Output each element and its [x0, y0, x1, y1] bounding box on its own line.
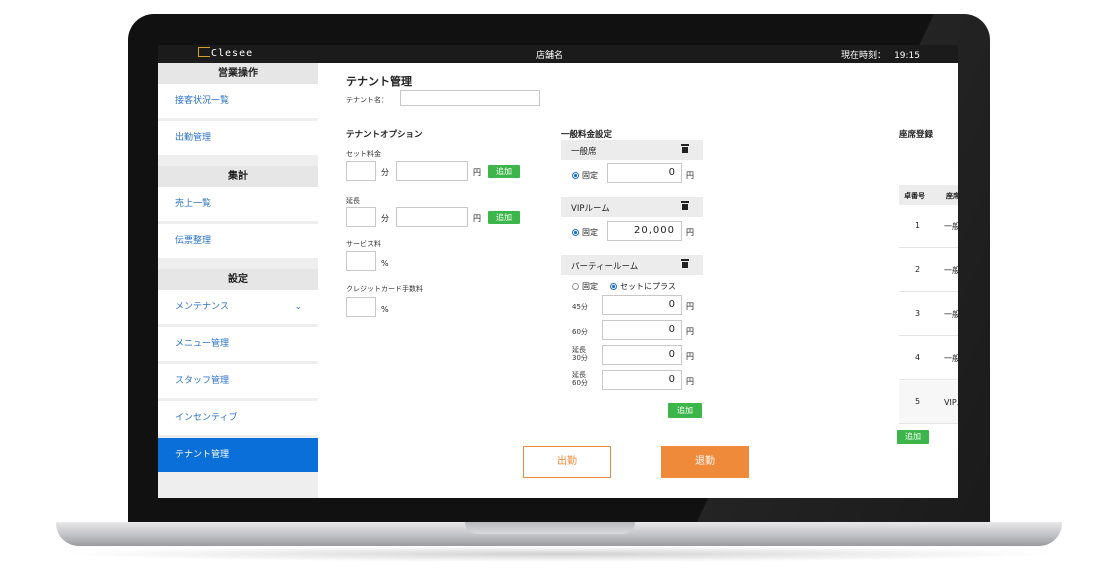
- logo-icon: [198, 47, 210, 57]
- set-fee-label: セット料金: [346, 150, 381, 158]
- col-seat-fee: 座席料: [946, 192, 958, 200]
- unit-yen: 円: [473, 168, 481, 177]
- sidebar-section-settings: 設定: [158, 269, 318, 290]
- chevron-down-icon: ⌄: [294, 302, 302, 312]
- fee-card-general: 一般席: [561, 140, 703, 160]
- fee-card-name: 一般席: [571, 147, 597, 157]
- col-seat-no: 卓番号: [904, 192, 925, 200]
- unit-pct: %: [381, 259, 389, 268]
- sidebar: 営業操作 接客状況一覧 出勤管理 集計 売上一覧 伝票整理 設定 メンテナンス ⌄…: [158, 63, 318, 498]
- table-row: 5 VIPルーム ⌄ 編集 削除: [899, 381, 958, 424]
- app-screen: Clesee 店舗名 現在時刻： 19:15 営業操作 接客状況一覧 出勤管理 集…: [158, 45, 958, 498]
- radio-fixed[interactable]: 固定: [572, 227, 598, 238]
- radio-dot-icon: [572, 229, 579, 236]
- set-fee-minutes-input[interactable]: [346, 161, 376, 181]
- add-fee-button[interactable]: 追加: [668, 403, 702, 418]
- radio-dot-icon: [610, 283, 617, 290]
- trash-icon[interactable]: [681, 201, 689, 210]
- unit-yen: 円: [686, 327, 694, 336]
- party-45-input[interactable]: 0: [602, 295, 682, 315]
- sidebar-item-slips[interactable]: 伝票整理: [158, 224, 318, 258]
- fee-card-name: パーティールーム: [571, 262, 639, 272]
- unit-min: 分: [381, 214, 389, 223]
- party-row-label: 60分: [572, 328, 588, 336]
- clock-label: 現在時刻：: [841, 51, 887, 61]
- radio-fixed[interactable]: 固定: [572, 281, 598, 292]
- radio-dot-icon: [572, 283, 579, 290]
- service-fee-input[interactable]: [346, 251, 376, 271]
- table-row: 2 一般席 編集 削除: [899, 249, 958, 292]
- extension-label: 延長: [346, 197, 360, 205]
- store-name: 店舗名: [536, 51, 564, 61]
- add-seat-button[interactable]: 追加: [897, 430, 929, 444]
- fee-card-party: パーティールーム: [561, 255, 703, 275]
- radio-set-plus[interactable]: セットにプラス: [610, 281, 676, 292]
- sidebar-item-menu[interactable]: メニュー管理: [158, 327, 318, 361]
- sidebar-item-staff[interactable]: スタッフ管理: [158, 364, 318, 398]
- vip-fee-input[interactable]: 20,000: [607, 221, 682, 241]
- general-fee-input[interactable]: 0: [607, 163, 682, 183]
- unit-yen: 円: [473, 214, 481, 223]
- tenant-name-label: テナント名：: [346, 96, 388, 104]
- unit-pct: %: [381, 305, 389, 314]
- service-fee-label: サービス料: [346, 240, 381, 248]
- seats-table-header: 卓番号 座席料: [899, 185, 958, 205]
- sidebar-item-maintenance[interactable]: メンテナンス ⌄: [158, 290, 318, 324]
- party-row-label: 延長 60分: [572, 371, 588, 387]
- clock-out-button[interactable]: 退勤: [661, 446, 749, 478]
- fee-card-vip: VIPルーム: [561, 197, 703, 217]
- sidebar-item-sales-list[interactable]: 売上一覧: [158, 187, 318, 221]
- card-fee-input[interactable]: [346, 297, 376, 317]
- page-title: テナント管理: [346, 75, 412, 88]
- party-row-label: 延長 30分: [572, 346, 588, 362]
- sidebar-item-customer-status[interactable]: 接客状況一覧: [158, 84, 318, 118]
- extension-minutes-input[interactable]: [346, 207, 376, 227]
- radio-fixed[interactable]: 固定: [572, 170, 598, 181]
- add-extension-button[interactable]: 追加: [488, 211, 520, 224]
- table-row: 3 一般席 編集 削除: [899, 293, 958, 336]
- seats-title: 座席登録: [899, 130, 934, 140]
- seat-fee-select[interactable]: VIPルーム: [944, 397, 958, 408]
- set-fee-price-input[interactable]: [396, 161, 468, 181]
- fee-card-name: VIPルーム: [571, 204, 610, 214]
- app-logo[interactable]: Clesee: [198, 47, 253, 59]
- sidebar-item-tenant[interactable]: テナント管理: [158, 438, 318, 472]
- sidebar-section-totals: 集計: [158, 166, 318, 187]
- party-60-input[interactable]: 0: [602, 320, 682, 340]
- party-ext60-input[interactable]: 0: [602, 370, 682, 390]
- clock: 現在時刻： 19:15: [833, 48, 920, 61]
- laptop-notch: [465, 522, 635, 534]
- unit-min: 分: [381, 168, 389, 177]
- unit-yen: 円: [686, 352, 694, 361]
- add-set-fee-button[interactable]: 追加: [488, 165, 520, 178]
- table-row: 1 一般席 編集 削除: [899, 205, 958, 248]
- party-row-label: 45分: [572, 303, 588, 311]
- sidebar-item-attendance[interactable]: 出勤管理: [158, 121, 318, 155]
- trash-icon[interactable]: [681, 259, 689, 268]
- trash-icon[interactable]: [681, 144, 689, 153]
- tenant-options-title: テナントオプション: [346, 130, 423, 140]
- laptop-shadow: [60, 546, 1060, 562]
- top-bar: Clesee 店舗名 現在時刻： 19:15: [158, 45, 958, 63]
- tenant-name-input[interactable]: [400, 90, 540, 106]
- extension-price-input[interactable]: [396, 207, 468, 227]
- sidebar-item-incentive[interactable]: インセンティブ: [158, 401, 318, 435]
- unit-yen: 円: [686, 171, 694, 180]
- card-fee-label: クレジットカード手数料: [346, 285, 423, 293]
- general-fee-title: 一般料金設定: [561, 130, 613, 140]
- unit-yen: 円: [686, 302, 694, 311]
- unit-yen: 円: [686, 377, 694, 386]
- sidebar-section-sales: 営業操作: [158, 63, 318, 84]
- clock-value: 19:15: [894, 51, 920, 61]
- clock-in-button[interactable]: 出勤: [523, 446, 611, 478]
- radio-dot-icon: [572, 172, 579, 179]
- main-content: テナント管理 テナント名： テナントオプション セット料金 分 円 追加 延長 …: [318, 63, 958, 498]
- unit-yen: 円: [686, 228, 694, 237]
- party-ext30-input[interactable]: 0: [602, 345, 682, 365]
- table-row: 4 一般席 編集 削除: [899, 337, 958, 380]
